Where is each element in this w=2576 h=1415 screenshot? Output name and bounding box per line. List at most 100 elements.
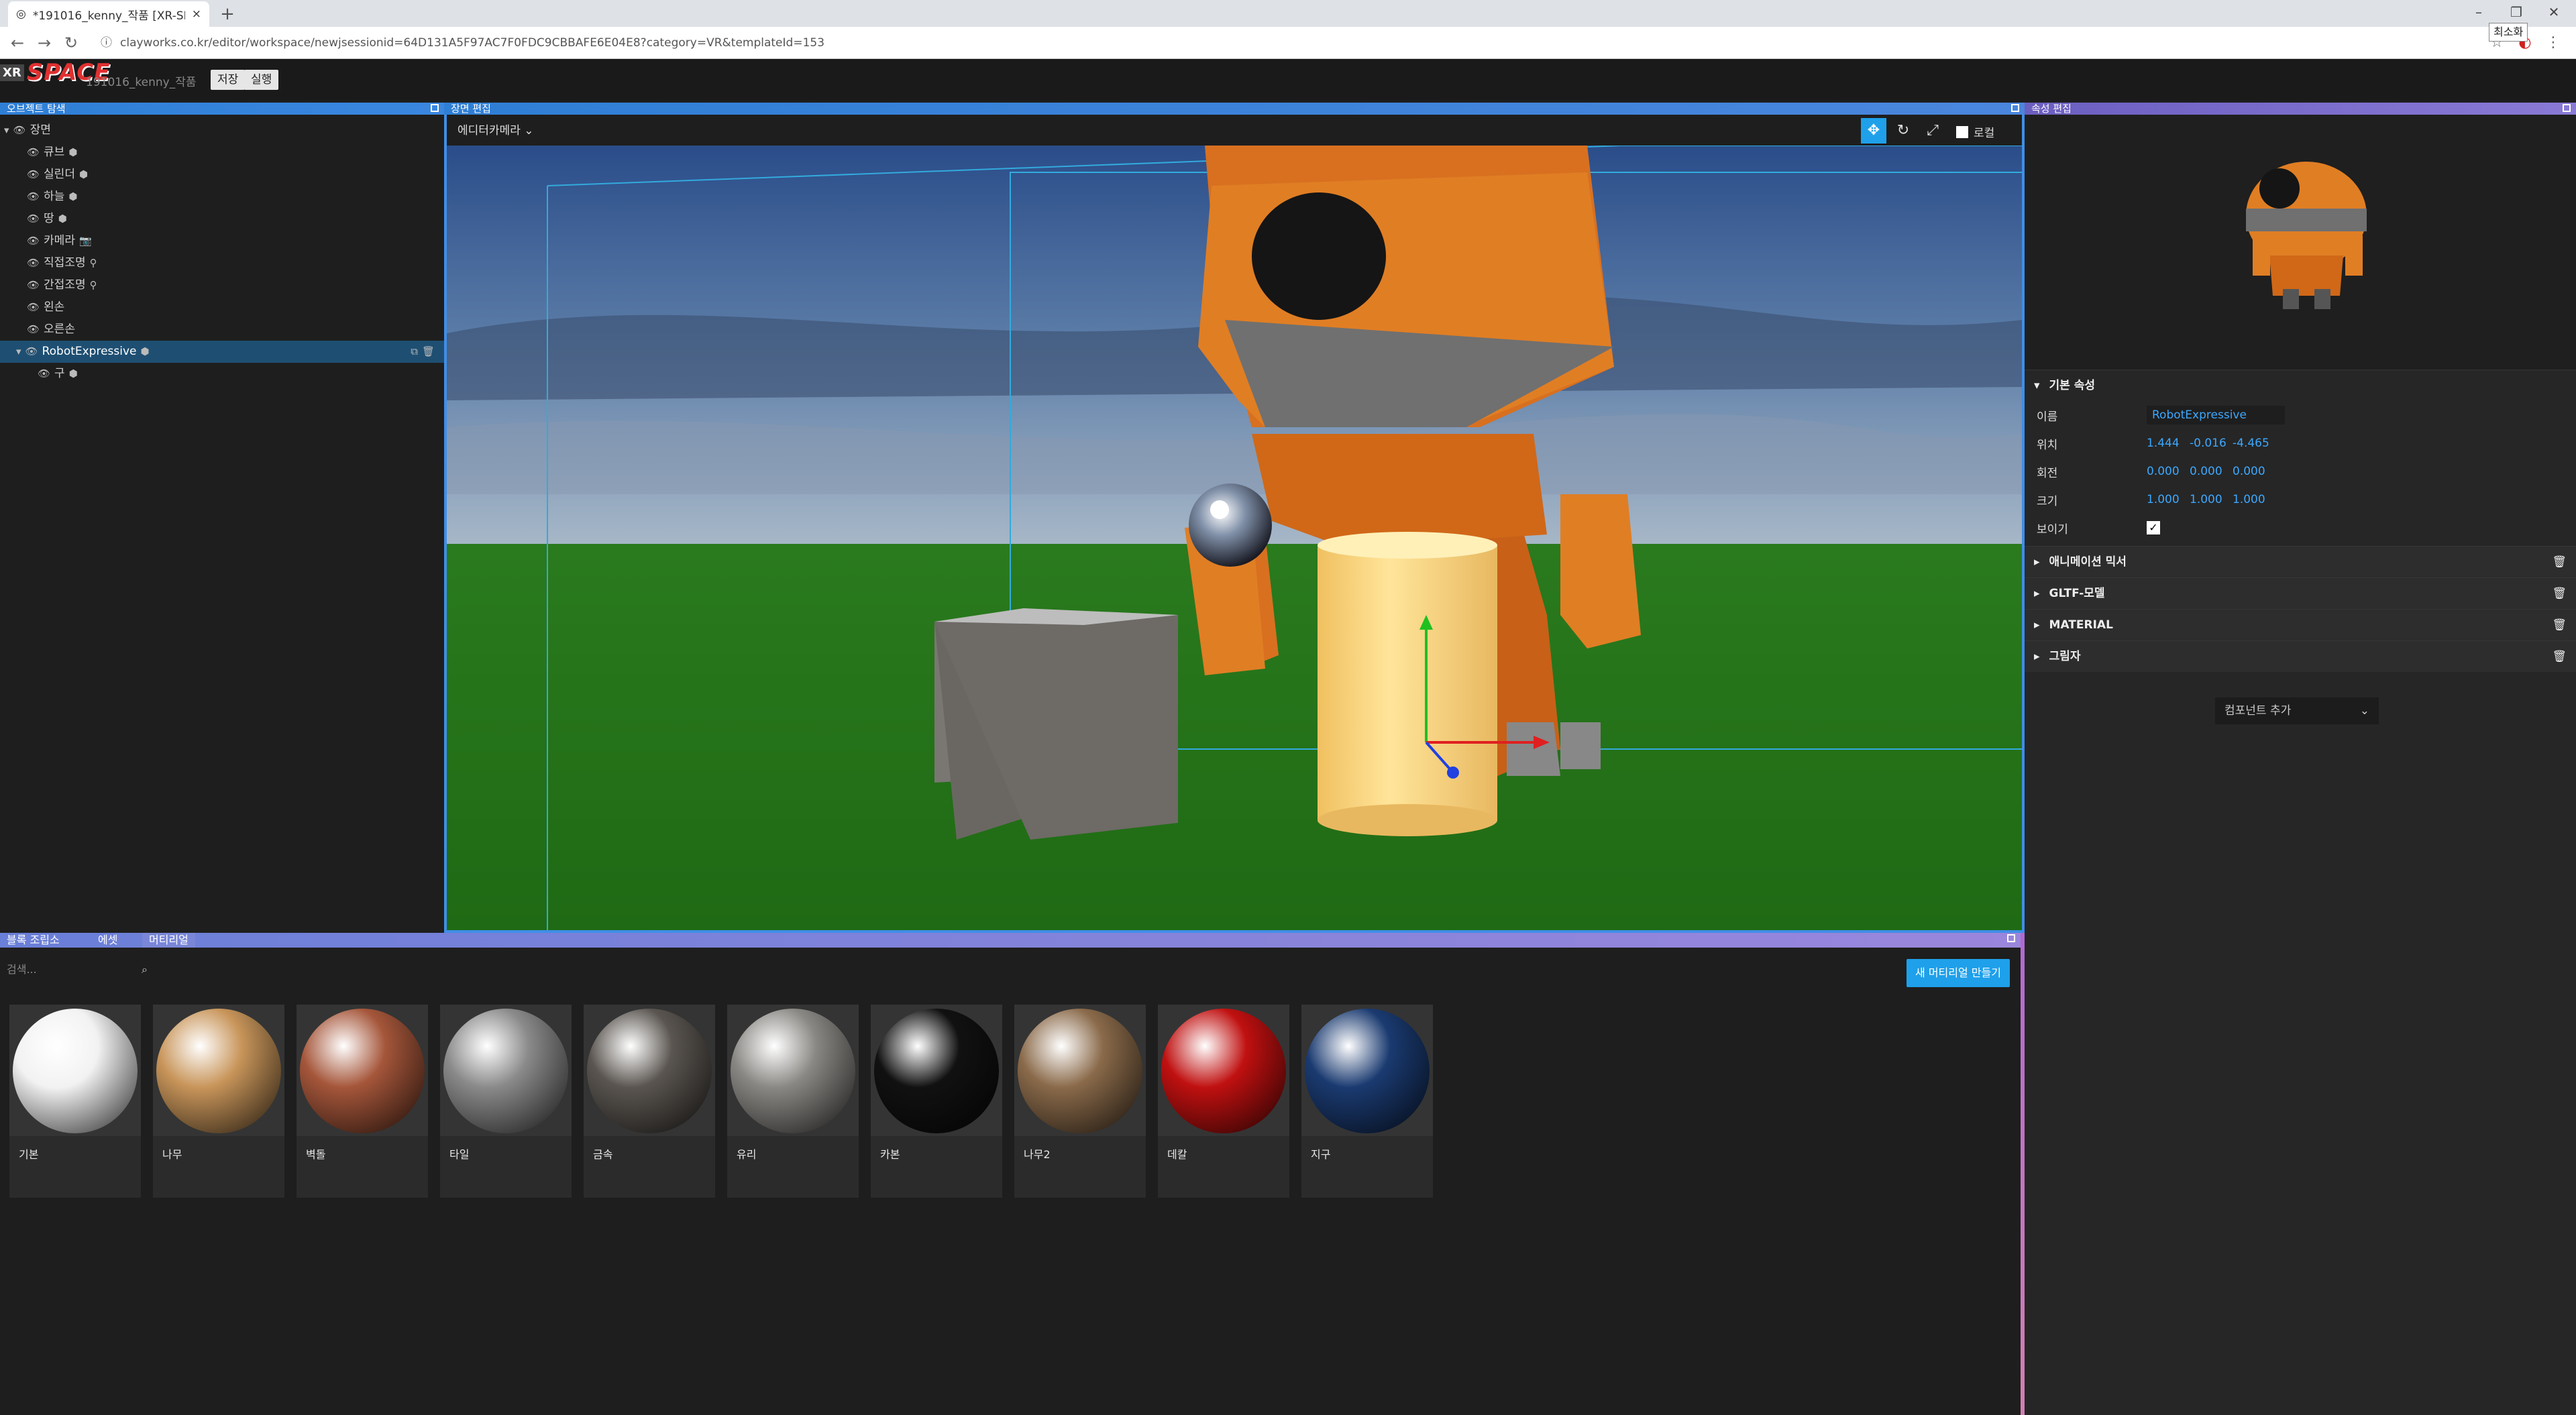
- section-header[interactable]: ▸ GLTF-모델 🗑: [2025, 577, 2576, 609]
- material-name: 유리: [737, 1148, 757, 1161]
- restore-button[interactable]: ❐: [2498, 0, 2534, 24]
- close-window-button[interactable]: ✕: [2536, 0, 2572, 24]
- url-field[interactable]: ⓘ clayworks.co.kr/editor/workspace/newjs…: [101, 31, 2475, 55]
- material-card[interactable]: 카본: [871, 1005, 1002, 1198]
- material-preview: [443, 1009, 568, 1133]
- tree-item-robotexpressive[interactable]: ▾ 👁 RobotExpressive ⬢ ⧉ 🗑: [0, 341, 444, 363]
- copy-icon[interactable]: ⧉: [411, 341, 418, 363]
- chrome-sphere[interactable]: [1189, 484, 1272, 567]
- material-card[interactable]: 지구: [1301, 1005, 1433, 1198]
- tree-item[interactable]: 👁 땅 ⬢: [0, 208, 444, 230]
- material-card[interactable]: 나무2: [1014, 1005, 1146, 1198]
- maximize-icon[interactable]: [431, 104, 439, 112]
- tree-item[interactable]: 👁 큐브 ⬢: [0, 142, 444, 164]
- tab-close-icon[interactable]: ×: [192, 7, 201, 21]
- 3d-viewport[interactable]: [447, 146, 2022, 930]
- tree-item-sphere[interactable]: 👁 구 ⬢: [0, 363, 444, 385]
- tree-item[interactable]: 👁 오른손: [0, 319, 444, 341]
- caret-down-icon[interactable]: ▾: [16, 341, 21, 363]
- material-preview: [731, 1009, 855, 1133]
- menu-kebab-icon[interactable]: ⋮: [2541, 32, 2565, 54]
- add-component-select[interactable]: 컴포넌트 추가 ⌄: [2215, 697, 2379, 724]
- trash-icon[interactable]: 🗑: [2552, 547, 2567, 577]
- section-header[interactable]: ▸ MATERIAL 🗑: [2025, 609, 2576, 640]
- reload-icon[interactable]: ↻: [59, 32, 83, 54]
- trash-icon[interactable]: 🗑: [2552, 641, 2567, 672]
- eye-icon[interactable]: 👁: [27, 142, 40, 164]
- forward-arrow-icon[interactable]: →: [32, 32, 56, 54]
- visible-checkbox[interactable]: ✓: [2147, 521, 2160, 534]
- name-input[interactable]: RobotExpressive: [2147, 406, 2285, 424]
- tree-item[interactable]: 👁 왼손: [0, 296, 444, 319]
- eye-icon[interactable]: 👁: [27, 252, 40, 274]
- tab-blocks[interactable]: 블록 조립소: [0, 933, 66, 948]
- section-title: 애니메이션 믹서: [2049, 555, 2127, 569]
- section-header[interactable]: ▸ 그림자 🗑: [2025, 640, 2576, 672]
- browser-tab[interactable]: ◎ *191016_kenny_작품 [XR-SPACE] ×: [8, 1, 209, 27]
- camera-select[interactable]: 에디터카메라 ⌄: [458, 121, 534, 137]
- eye-icon[interactable]: 👁: [27, 230, 40, 252]
- material-card[interactable]: 데칼: [1158, 1005, 1289, 1198]
- rotate-tool-icon[interactable]: ↻: [1890, 118, 1916, 144]
- eye-icon[interactable]: 👁: [27, 274, 40, 296]
- panel-divider[interactable]: [2021, 933, 2025, 1415]
- section-header[interactable]: ▸ 애니메이션 믹서 🗑: [2025, 546, 2576, 577]
- eye-icon[interactable]: 👁: [13, 119, 26, 142]
- tree-item[interactable]: 👁 카메라 📷: [0, 230, 444, 252]
- position-z[interactable]: -4.465: [2233, 437, 2275, 450]
- scene-editor-header: 장면 편집: [444, 103, 2025, 115]
- rotation-x[interactable]: 0.000: [2147, 465, 2190, 478]
- local-toggle[interactable]: 로컬: [1956, 123, 1994, 140]
- stone-cube[interactable]: [934, 608, 1178, 840]
- chevron-down-icon: ⌄: [524, 124, 534, 137]
- tree-item[interactable]: 👁 실린더 ⬢: [0, 164, 444, 186]
- eye-icon[interactable]: 👁: [38, 363, 50, 385]
- eye-icon[interactable]: 👁: [27, 164, 40, 186]
- scale-z[interactable]: 1.000: [2233, 493, 2275, 506]
- trash-icon[interactable]: 🗑: [2552, 578, 2567, 609]
- material-card[interactable]: 타일: [440, 1005, 572, 1198]
- caret-down-icon[interactable]: ▾: [4, 119, 9, 142]
- rotation-z[interactable]: 0.000: [2233, 465, 2275, 478]
- material-card[interactable]: 유리: [727, 1005, 859, 1198]
- move-tool-icon[interactable]: ✥: [1861, 118, 1886, 144]
- save-button[interactable]: 저장: [211, 70, 246, 90]
- position-x[interactable]: 1.444: [2147, 437, 2190, 450]
- position-y[interactable]: -0.016: [2190, 437, 2233, 450]
- trash-icon[interactable]: 🗑: [2552, 610, 2567, 640]
- scene-render: [447, 146, 2022, 930]
- rotation-y[interactable]: 0.000: [2190, 465, 2233, 478]
- eye-icon[interactable]: 👁: [25, 341, 38, 363]
- yellow-cylinder[interactable]: [1318, 532, 1497, 836]
- material-search[interactable]: 검색... ⌕: [7, 958, 148, 982]
- material-card[interactable]: 금속: [584, 1005, 715, 1198]
- material-card[interactable]: 벽돌: [297, 1005, 428, 1198]
- eye-icon[interactable]: 👁: [27, 186, 40, 208]
- scale-y[interactable]: 1.000: [2190, 493, 2233, 506]
- checkbox-icon[interactable]: [1956, 125, 1968, 138]
- material-card[interactable]: 나무: [153, 1005, 284, 1198]
- eye-icon[interactable]: 👁: [27, 296, 40, 319]
- tree-item[interactable]: 👁 하늘 ⬢: [0, 186, 444, 208]
- trash-icon[interactable]: 🗑: [422, 341, 435, 363]
- tree-root[interactable]: ▾ 👁 장면: [0, 119, 444, 142]
- eye-icon[interactable]: 👁: [27, 208, 40, 230]
- new-material-button[interactable]: 새 머티리얼 만들기: [1907, 959, 2010, 987]
- maximize-icon[interactable]: [2007, 934, 2015, 942]
- material-card[interactable]: 기본: [9, 1005, 141, 1198]
- minimize-button[interactable]: –: [2461, 0, 2497, 24]
- section-basic[interactable]: ▾ 기본 속성: [2025, 370, 2576, 401]
- tree-item[interactable]: 👁 간접조명 ⚲: [0, 274, 444, 296]
- search-icon[interactable]: ⌕: [142, 958, 148, 982]
- eye-icon[interactable]: 👁: [27, 319, 40, 341]
- tree-item[interactable]: 👁 직접조명 ⚲: [0, 252, 444, 274]
- scale-x[interactable]: 1.000: [2147, 493, 2190, 506]
- run-button[interactable]: 실행: [244, 70, 279, 90]
- back-arrow-icon[interactable]: ←: [5, 32, 30, 54]
- maximize-icon[interactable]: [2563, 104, 2571, 112]
- maximize-icon[interactable]: [2011, 104, 2019, 112]
- scale-tool-icon[interactable]: ⤢: [1920, 118, 1945, 144]
- tab-assets[interactable]: 에셋: [91, 933, 124, 948]
- tab-materials[interactable]: 머티리얼: [142, 933, 195, 948]
- new-tab-button[interactable]: +: [216, 3, 239, 25]
